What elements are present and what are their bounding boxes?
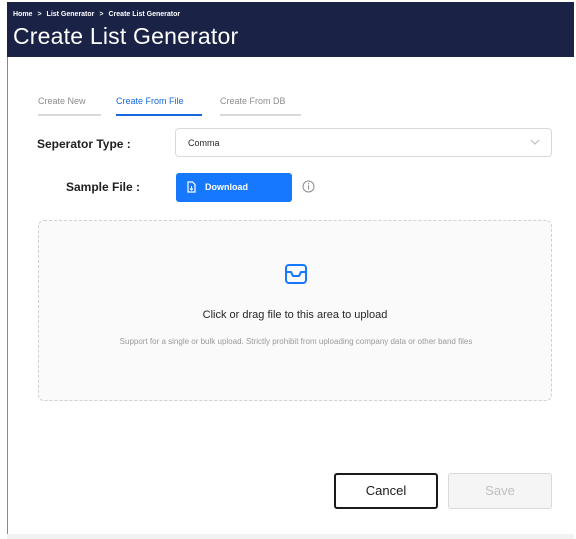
save-button[interactable]: Save <box>448 473 552 509</box>
separator-type-value: Comma <box>188 138 220 148</box>
tab-create-new[interactable]: Create New <box>38 94 101 116</box>
upload-dropzone[interactable]: Click or drag file to this area to uploa… <box>38 220 552 401</box>
upload-hint: Support for a single or bulk upload. Str… <box>119 337 473 346</box>
chevron-down-icon <box>530 139 540 145</box>
download-button[interactable]: Download <box>176 173 292 202</box>
sample-file-label: Sample File : <box>66 180 141 194</box>
download-label: Download <box>205 182 248 192</box>
inbox-icon <box>285 264 307 284</box>
tab-create-from-file[interactable]: Create From File <box>116 94 202 116</box>
upload-title: Click or drag file to this area to uploa… <box>202 309 388 321</box>
breadcrumb-separator: > <box>37 11 42 18</box>
breadcrumb: Home > List Generator > Create List Generato… <box>13 11 180 18</box>
file-download-icon <box>187 181 196 193</box>
breadcrumb-separator: > <box>99 11 104 18</box>
info-circle-icon[interactable] <box>302 180 315 193</box>
separator-type-label: Seperator Type : <box>37 137 131 151</box>
separator-type-select[interactable]: Comma <box>175 128 552 157</box>
tab-create-from-db[interactable]: Create From DB <box>220 94 301 116</box>
frame-border <box>7 57 8 539</box>
frame-footer-strip <box>7 534 574 539</box>
breadcrumb-home[interactable]: Home <box>13 11 32 18</box>
page-title: Create List Generator <box>13 23 239 49</box>
breadcrumb-current: Create List Generator <box>108 11 181 18</box>
cancel-button[interactable]: Cancel <box>334 473 438 509</box>
page-header: Home > List Generator > Create List Generato… <box>7 2 574 57</box>
breadcrumb-list-generator[interactable]: List Generator <box>47 11 95 18</box>
